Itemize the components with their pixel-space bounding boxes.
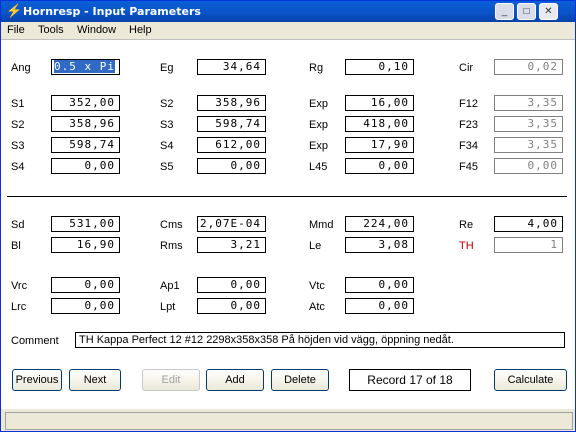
- label-th: TH: [459, 240, 474, 252]
- menu-file[interactable]: File: [7, 24, 25, 36]
- app-icon: ⚡: [6, 3, 23, 18]
- label-re: Re: [459, 219, 474, 231]
- record-indicator: Record 17 of 18: [349, 369, 471, 391]
- label-s2-row3: S2: [11, 119, 25, 131]
- label-comment: Comment: [11, 335, 59, 347]
- label-s3-row4: S3: [11, 140, 25, 152]
- status-bar: [1, 409, 575, 431]
- label-f12: F12: [459, 98, 478, 110]
- app-window: ⚡ Hornresp - Input Parameters _ □ ✕ File…: [0, 0, 576, 432]
- maximize-button[interactable]: □: [517, 3, 536, 20]
- label-vtc: Vtc: [309, 280, 325, 292]
- label-cms: Cms: [160, 219, 183, 231]
- f12-field[interactable]: 3,35: [494, 95, 563, 111]
- label-bl: Bl: [11, 240, 21, 252]
- le-field[interactable]: 3,08: [345, 237, 414, 253]
- re-field[interactable]: 4,00: [494, 216, 563, 232]
- label-s3: S3: [160, 119, 174, 131]
- s2-field[interactable]: 358,96: [197, 95, 266, 111]
- label-exp-3: Exp: [309, 140, 328, 152]
- label-mmd: Mmd: [309, 219, 334, 231]
- ang-field[interactable]: 0.5 x Pi: [51, 59, 120, 75]
- s5-field[interactable]: 0,00: [197, 158, 266, 174]
- exp1-field[interactable]: 16,00: [345, 95, 414, 111]
- s3-field[interactable]: 598,74: [197, 116, 266, 132]
- exp3-field[interactable]: 17,90: [345, 137, 414, 153]
- label-f45: F45: [459, 161, 478, 173]
- vtc-field[interactable]: 0,00: [345, 277, 414, 293]
- exp2-field[interactable]: 418,00: [345, 116, 414, 132]
- label-vrc: Vrc: [11, 280, 28, 292]
- delete-button[interactable]: Delete: [271, 369, 329, 391]
- f34-field[interactable]: 3,35: [494, 137, 563, 153]
- s3b-field[interactable]: 598,74: [51, 137, 120, 153]
- label-f34: F34: [459, 140, 478, 152]
- rms-field[interactable]: 3,21: [197, 237, 266, 253]
- mmd-field[interactable]: 224,00: [345, 216, 414, 232]
- comment-field[interactable]: TH Kappa Perfect 12 #12 2298x358x358 På …: [75, 332, 565, 348]
- title-bar[interactable]: ⚡ Hornresp - Input Parameters _ □ ✕: [1, 1, 575, 22]
- label-lrc: Lrc: [11, 301, 27, 313]
- label-exp-2: Exp: [309, 119, 328, 131]
- label-l45: L45: [309, 161, 328, 173]
- calculate-button[interactable]: Calculate: [494, 369, 567, 391]
- f23-field[interactable]: 3,35: [494, 116, 563, 132]
- menu-tools[interactable]: Tools: [38, 24, 64, 36]
- label-s5: S5: [160, 161, 174, 173]
- add-button[interactable]: Add: [206, 369, 264, 391]
- s1-field[interactable]: 352,00: [51, 95, 120, 111]
- minimize-button[interactable]: _: [495, 3, 514, 20]
- status-panel: [5, 412, 573, 430]
- label-ap1: Ap1: [160, 280, 180, 292]
- next-button[interactable]: Next: [69, 369, 121, 391]
- lrc-field[interactable]: 0,00: [51, 298, 120, 314]
- menu-window[interactable]: Window: [77, 24, 116, 36]
- l45-field[interactable]: 0,00: [345, 158, 414, 174]
- vrc-field[interactable]: 0,00: [51, 277, 120, 293]
- cir-field[interactable]: 0,02: [494, 59, 563, 75]
- rg-field[interactable]: 0,10: [345, 59, 414, 75]
- th-field[interactable]: 1: [494, 237, 563, 253]
- label-rms: Rms: [160, 240, 183, 252]
- bl-field[interactable]: 16,90: [51, 237, 120, 253]
- sd-field[interactable]: 531,00: [51, 216, 120, 232]
- label-cir: Cir: [459, 62, 474, 74]
- label-s4-row5: S4: [11, 161, 25, 173]
- atc-field[interactable]: 0,00: [345, 298, 414, 314]
- label-s2: S2: [160, 98, 174, 110]
- menu-help[interactable]: Help: [129, 24, 152, 36]
- label-ang: Ang: [11, 62, 31, 74]
- s4b-field[interactable]: 0,00: [51, 158, 120, 174]
- label-eg: Eg: [160, 62, 174, 74]
- edit-button[interactable]: Edit: [142, 369, 200, 391]
- label-f23: F23: [459, 119, 478, 131]
- cms-field[interactable]: 2,07E-04: [197, 216, 266, 232]
- s4-field[interactable]: 612,00: [197, 137, 266, 153]
- eg-field[interactable]: 34,64: [197, 59, 266, 75]
- menu-bar: File Tools Window Help: [1, 22, 575, 39]
- label-lpt: Lpt: [160, 301, 176, 313]
- window-title: Hornresp - Input Parameters: [23, 5, 201, 18]
- s2b-field[interactable]: 358,96: [51, 116, 120, 132]
- f45-field[interactable]: 0,00: [494, 158, 563, 174]
- close-button[interactable]: ✕: [539, 3, 558, 20]
- lpt-field[interactable]: 0,00: [197, 298, 266, 314]
- previous-button[interactable]: Previous: [12, 369, 62, 391]
- label-rg: Rg: [309, 62, 324, 74]
- label-exp-1: Exp: [309, 98, 328, 110]
- label-le: Le: [309, 240, 322, 252]
- ap1-field[interactable]: 0,00: [197, 277, 266, 293]
- label-s4: S4: [160, 140, 174, 152]
- input-parameters-panel: Ang 0.5 x Pi Eg 34,64 Rg 0,10 Cir 0,02 S…: [1, 39, 575, 410]
- label-s1: S1: [11, 98, 25, 110]
- label-atc: Atc: [309, 301, 325, 313]
- label-sd: Sd: [11, 219, 25, 231]
- ang-value: 0.5 x Pi: [54, 60, 115, 73]
- section-divider: [7, 196, 567, 197]
